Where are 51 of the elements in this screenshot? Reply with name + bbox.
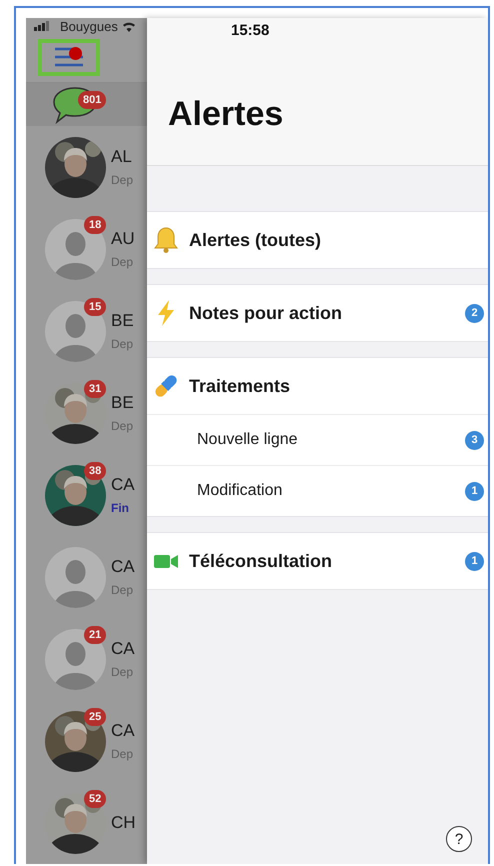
- unread-count-badge: 21: [84, 626, 106, 644]
- unread-count-badge: 52: [84, 790, 106, 808]
- alert-category-item[interactable]: Notes pour action 2: [147, 285, 488, 341]
- count-badge: 3: [465, 430, 484, 450]
- contact-name: CH: [111, 813, 136, 833]
- alert-category-item[interactable]: Alertes (toutes): [147, 212, 488, 268]
- bell-icon: [153, 226, 179, 254]
- unread-count-badge: 38: [84, 462, 106, 480]
- contact-row[interactable]: 31 BE Dep: [26, 372, 147, 454]
- contact-row[interactable]: CA Dep: [26, 536, 147, 618]
- alert-subcategory-item[interactable]: Nouvelle ligne 3: [147, 414, 488, 465]
- menu-button[interactable]: [38, 38, 100, 76]
- contact-name: BE: [111, 311, 134, 331]
- unread-count-badge: 31: [84, 380, 106, 398]
- unread-count-badge: 15: [84, 298, 106, 316]
- contact-row[interactable]: 25 CA Dep: [26, 700, 147, 782]
- page-title: Alertes: [168, 95, 284, 134]
- carrier-name: Bouygues: [60, 18, 118, 34]
- contact-row[interactable]: 21 CA Dep: [26, 618, 147, 700]
- unread-count-badge: 25: [84, 708, 106, 726]
- contact-subtitle: Dep: [111, 337, 134, 351]
- contact-name: CA: [111, 475, 135, 495]
- count-badge: 2: [465, 304, 484, 322]
- contact-subtitle: Dep: [111, 419, 134, 433]
- message-count-badge: 801: [78, 90, 106, 109]
- contact-row[interactable]: 18 AU Dep: [26, 208, 147, 290]
- contact-name: AL: [111, 147, 133, 167]
- status-time: 15:58: [231, 22, 270, 39]
- alert-category-item[interactable]: Traitements: [147, 358, 488, 414]
- contact-name: CA: [111, 557, 135, 577]
- unread-count-badge: 18: [84, 216, 106, 234]
- contact-name: BE: [111, 393, 134, 413]
- contact-name: CA: [111, 639, 135, 659]
- contact-row[interactable]: 52 CH: [26, 782, 147, 864]
- alert-subcategory-item[interactable]: Modification 1: [147, 465, 488, 516]
- contact-name: CA: [111, 721, 135, 741]
- count-badge: 1: [465, 552, 484, 570]
- alert-category-item[interactable]: Téléconsultation 1: [147, 533, 488, 589]
- contact-name: AU: [111, 229, 135, 249]
- contact-subtitle: Dep: [111, 583, 134, 597]
- count-badge: 1: [465, 482, 484, 500]
- contact-subtitle: Dep: [111, 255, 134, 269]
- contact-row[interactable]: 15 BE Dep: [26, 290, 147, 372]
- contact-subtitle: Fin: [111, 501, 130, 515]
- contact-row[interactable]: 38 CA Fin: [26, 454, 147, 536]
- contact-subtitle: Dep: [111, 173, 134, 187]
- contact-subtitle: Dep: [111, 747, 134, 761]
- help-button[interactable]: ?: [446, 826, 472, 852]
- contact-subtitle: Dep: [111, 665, 134, 679]
- wifi-icon: [122, 20, 136, 32]
- contact-row[interactable]: AL Dep: [26, 126, 147, 208]
